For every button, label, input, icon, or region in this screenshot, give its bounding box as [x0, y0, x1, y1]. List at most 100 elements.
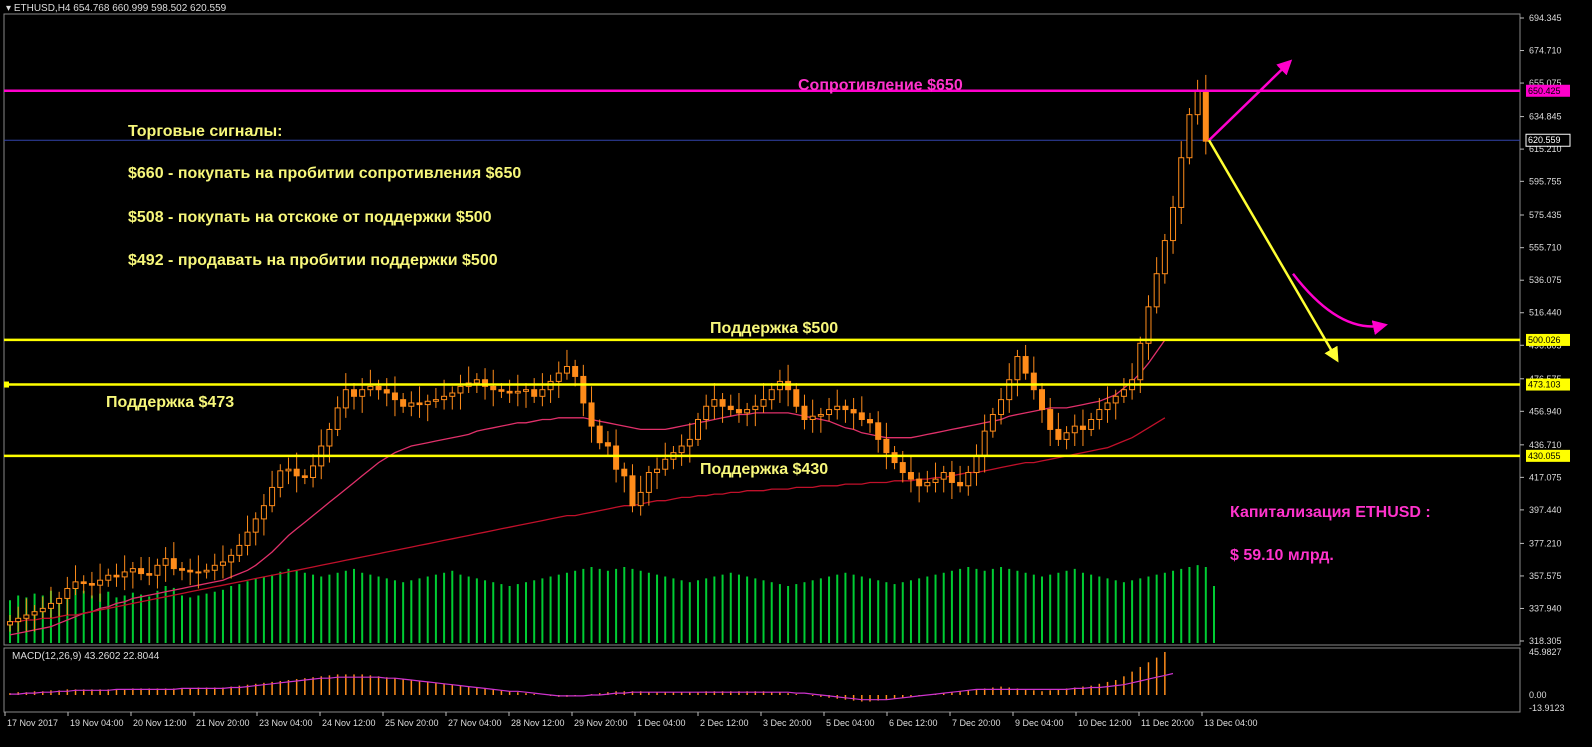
candle-body	[760, 399, 767, 407]
candle-body	[1047, 409, 1054, 430]
candle-body	[1079, 425, 1086, 430]
candle-body	[195, 571, 202, 574]
price-tick-label: 417.075	[1529, 472, 1562, 482]
candle-body	[932, 478, 939, 483]
time-tick-label: 25 Nov 20:00	[385, 718, 439, 728]
price-chart[interactable]: 694.345674.710655.075634.845615.210595.7…	[0, 0, 1592, 747]
resistance-650-label: Сопротивление $650	[798, 77, 963, 94]
candle-body	[1096, 409, 1103, 421]
candle-body	[162, 558, 169, 566]
price-tick-label: 575.435	[1529, 210, 1562, 220]
candle-body	[416, 402, 423, 406]
time-tick-label: 1 Dec 04:00	[637, 718, 686, 728]
candle-body	[891, 452, 898, 464]
candle-body	[842, 405, 849, 411]
candle-body	[523, 389, 529, 392]
candle-body	[572, 365, 579, 377]
candle-body	[72, 581, 79, 589]
candle-body	[129, 568, 136, 573]
macd-header: MACD(12,26,9) 43.2602 22.8044	[12, 651, 160, 662]
candles	[7, 74, 1209, 632]
macd-tick-label: -13.9123	[1529, 703, 1565, 713]
macd-signal-line	[10, 672, 1174, 701]
time-tick-label: 10 Dec 12:00	[1078, 718, 1132, 728]
candle-body	[1153, 273, 1160, 308]
macd-panel: 45.9827 0.00 -13.9123	[9, 647, 1565, 713]
candle-body	[113, 574, 120, 578]
candle-body	[203, 569, 210, 573]
level-handle	[4, 381, 9, 388]
candle-body	[801, 405, 808, 421]
candle-body	[744, 409, 751, 414]
candle-body	[211, 564, 218, 571]
candle-body	[88, 583, 95, 586]
candle-body	[1161, 240, 1168, 275]
candle-body	[768, 389, 775, 401]
candle-body	[105, 574, 112, 581]
time-tick-label: 13 Dec 04:00	[1204, 718, 1258, 728]
candle-body	[514, 390, 521, 394]
candle-body	[391, 392, 398, 401]
candle-body	[1022, 356, 1029, 374]
signal-3: $492 - продавать на пробитии поддержки $…	[128, 252, 498, 269]
candle-body	[219, 561, 226, 566]
candle-body	[613, 445, 620, 470]
candle-body	[1104, 402, 1111, 411]
candle-body	[400, 399, 407, 407]
candle-body	[80, 581, 87, 585]
collapse-icon[interactable]: ▾	[6, 3, 11, 14]
candle-body	[154, 564, 161, 576]
candle-body	[56, 597, 63, 604]
price-tick-label: 595.755	[1529, 176, 1562, 186]
signal-1: $660 - покупать на пробитии сопротивлени…	[128, 165, 522, 182]
chart-header: ▾ ETHUSD,H4 654.768 660.999 598.502 620.…	[6, 3, 226, 14]
candle-body	[252, 518, 259, 533]
candle-body	[1120, 389, 1127, 397]
support-500-label: Поддержка $500	[710, 320, 839, 337]
candle-body	[326, 428, 333, 447]
candle-body	[236, 544, 243, 556]
macd-tick-label: 45.9827	[1529, 647, 1562, 657]
candle-body	[138, 568, 145, 575]
candle-body	[957, 481, 964, 487]
candle-body	[965, 472, 972, 487]
candle-body	[678, 445, 685, 454]
candle-body	[244, 531, 251, 546]
candle-body	[531, 389, 538, 397]
candle-body	[719, 399, 726, 407]
candle-body	[39, 607, 46, 613]
candle-body	[1170, 206, 1177, 242]
candle-body	[498, 389, 505, 392]
candle-body	[817, 414, 824, 417]
price-tick-label: 318.305	[1529, 636, 1562, 646]
candle-body	[924, 481, 931, 487]
price-tick-label: 377.210	[1529, 538, 1562, 548]
chart-root: 694.345 674.710 655.075 634.845 615.210 595.7…	[0, 0, 1592, 747]
price-tick-label: 634.845	[1529, 112, 1562, 122]
time-tick-label: 3 Dec 20:00	[763, 718, 812, 728]
macd-tick-label: 0.00	[1529, 690, 1547, 700]
candle-body	[711, 399, 718, 407]
candle-body	[23, 614, 30, 619]
candle-body	[15, 617, 22, 623]
candle-body	[826, 409, 833, 416]
price-tick-label: 694.345	[1529, 13, 1562, 23]
candle-body	[662, 458, 669, 470]
candle-body	[899, 462, 906, 474]
candle-body	[375, 385, 382, 391]
candle-body	[457, 385, 464, 394]
candle-body	[735, 409, 742, 414]
candle-body	[1186, 114, 1193, 159]
candle-body	[260, 505, 267, 520]
candle-body	[695, 419, 701, 440]
candle-body	[121, 571, 128, 578]
candle-body	[449, 392, 456, 397]
candle-body	[645, 472, 652, 493]
candle-body	[867, 419, 873, 424]
candle-body	[654, 468, 661, 474]
candle-body	[907, 472, 914, 480]
price-label-text: 500.026	[1528, 335, 1561, 345]
candle-body	[588, 402, 595, 427]
candle-body	[629, 475, 636, 507]
candle-body	[228, 554, 235, 563]
